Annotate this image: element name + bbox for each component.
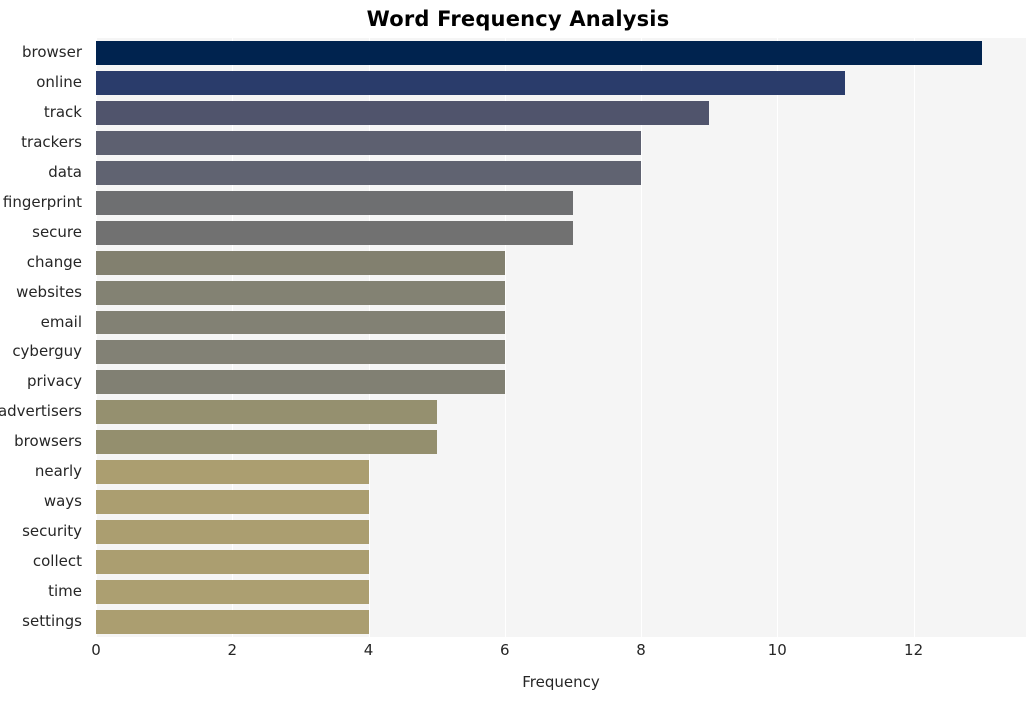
bar-row	[96, 400, 1026, 425]
bar-row	[96, 370, 1026, 395]
bar-email	[96, 310, 505, 335]
y-tick-label-fingerprint: fingerprint	[2, 192, 82, 211]
bar-fingerprint	[96, 190, 573, 215]
gridline-x-12	[913, 38, 915, 637]
y-tick-label-cyberguy: cyberguy	[12, 342, 82, 361]
y-tick-label-secure: secure	[32, 222, 82, 241]
x-axis-label: Frequency	[522, 673, 600, 691]
bar-row	[96, 490, 1026, 515]
gridline-x-0	[96, 38, 97, 637]
x-tick-label-8: 8	[636, 641, 646, 659]
bar-row	[96, 280, 1026, 305]
bar-security	[96, 520, 369, 545]
bar-secure	[96, 220, 573, 245]
bar-row	[96, 250, 1026, 275]
bar-websites	[96, 280, 505, 305]
y-tick-label-settings: settings	[22, 612, 82, 631]
y-tick-label-track: track	[43, 102, 82, 121]
y-tick-label-browsers: browsers	[14, 432, 82, 451]
bar-row	[96, 550, 1026, 575]
bar-cyberguy	[96, 340, 505, 365]
bar-data	[96, 160, 642, 185]
bar-row	[96, 100, 1026, 125]
y-tick-label-collect: collect	[32, 552, 82, 571]
bar-change	[96, 250, 505, 275]
x-tick-label-0: 0	[91, 641, 101, 659]
x-tick-label-4: 4	[363, 641, 374, 659]
bar-row	[96, 340, 1026, 365]
bar-row	[96, 460, 1026, 485]
bar-row	[96, 310, 1026, 335]
word-frequency-chart: Word Frequency Analysis browser online tra…	[0, 0, 1036, 701]
y-tick-label-security: security	[22, 522, 82, 541]
bar-row	[96, 40, 1026, 65]
y-tick-label-time: time	[48, 582, 82, 601]
y-tick-label-email: email	[40, 312, 82, 331]
y-tick-label-online: online	[36, 72, 82, 91]
bar-browser	[96, 40, 982, 65]
gridline-x-6	[504, 38, 506, 637]
y-tick-label-advertisers: advertisers	[0, 402, 82, 421]
bar-row	[96, 610, 1026, 634]
y-tick-label-trackers: trackers	[21, 132, 82, 151]
y-tick-label-websites: websites	[16, 282, 82, 301]
y-axis-tick-labels: browser online track trackers data fingerprin…	[0, 38, 88, 637]
chart-title: Word Frequency Analysis	[366, 7, 670, 31]
x-tick-label-12: 12	[904, 641, 924, 659]
bar-row	[96, 430, 1026, 455]
gridline-x-4	[368, 38, 370, 637]
bar-row	[96, 190, 1026, 215]
bar-row	[96, 130, 1026, 155]
y-tick-label-change: change	[26, 252, 82, 271]
bar-row	[96, 580, 1026, 605]
y-tick-label-privacy: privacy	[26, 372, 82, 391]
plot-area	[96, 38, 1026, 637]
x-tick-label-6: 6	[500, 641, 510, 659]
bar-row	[96, 220, 1026, 245]
y-tick-label-data: data	[48, 162, 82, 181]
bar-track	[96, 100, 710, 125]
bar-row	[96, 70, 1026, 95]
gridline-x-2	[232, 38, 234, 637]
bar-advertisers	[96, 400, 437, 425]
bar-collect	[96, 550, 369, 575]
x-tick-label-10: 10	[767, 641, 787, 659]
x-tick-label-2: 2	[227, 641, 238, 659]
y-tick-label-browser: browser	[21, 42, 82, 61]
bar-time	[96, 580, 369, 605]
x-axis-tick-labels: 0 2 4 6 8 10 12	[91, 641, 1026, 665]
bar-nearly	[96, 460, 369, 485]
gridline-x-10	[777, 38, 779, 637]
gridline-x-8	[641, 38, 643, 637]
bar-row	[96, 160, 1026, 185]
bar-online	[96, 70, 846, 95]
bar-row	[96, 520, 1026, 545]
y-tick-label-nearly: nearly	[34, 462, 82, 481]
bar-ways	[96, 490, 369, 515]
bar-trackers	[96, 130, 642, 155]
bar-browsers	[96, 430, 437, 455]
y-tick-label-ways: ways	[43, 492, 82, 511]
bar-privacy	[96, 370, 505, 395]
bar-settings	[96, 610, 369, 634]
